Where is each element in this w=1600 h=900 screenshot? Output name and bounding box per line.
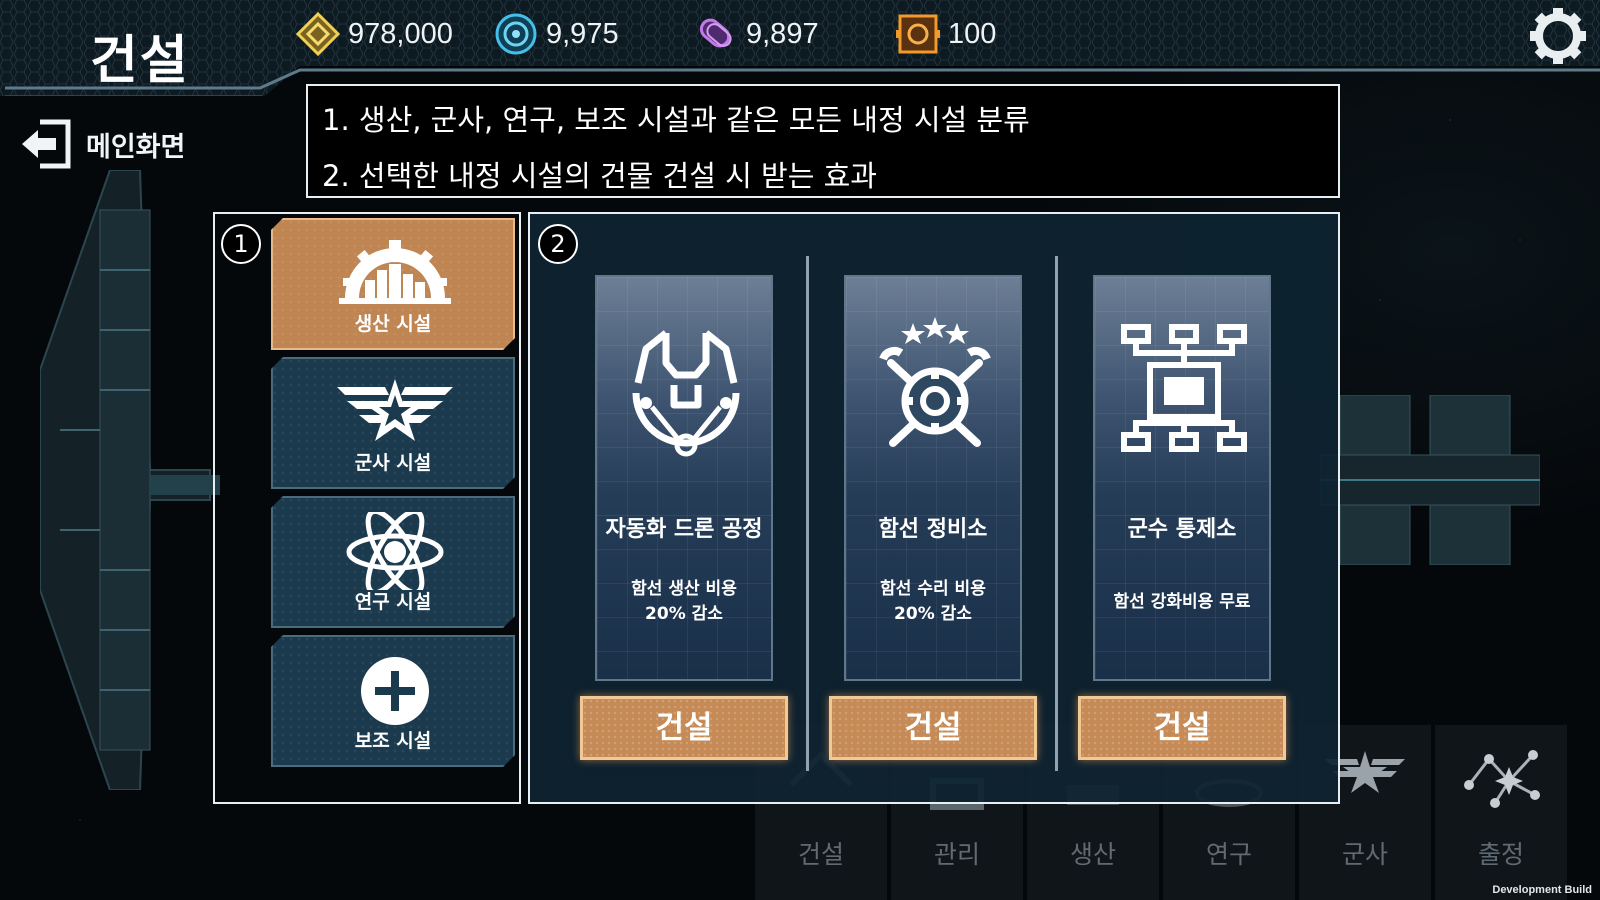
nav-research-label: 연구 [1205, 840, 1252, 869]
marker-2: 2 [538, 224, 578, 264]
crystal-resource: 9,897 [694, 12, 819, 56]
category-support[interactable]: 보조 시설 [271, 635, 515, 767]
gold-amount: 978,000 [348, 17, 453, 50]
factory-gear-icon [335, 234, 455, 312]
nav-production-label: 생산 [1069, 840, 1116, 869]
network-diagram-icon [1121, 324, 1247, 452]
page-title: 건설 [90, 31, 190, 91]
building-card-ship-repair[interactable]: 함선 정비소 함선 수리 비용 20% 감소 [844, 275, 1022, 681]
gold-resource: 978,000 [296, 12, 453, 56]
crystal-amount: 9,897 [746, 17, 819, 50]
main-screen-button[interactable]: 메인화면 [18, 116, 185, 172]
building-card-drone-factory[interactable]: 자동화 드론 공정 함선 생산 비용 20% 감소 [595, 275, 773, 681]
nav-build-label: 건설 [797, 840, 844, 869]
column-divider [806, 256, 809, 771]
blue-orb-icon [495, 13, 537, 55]
building-effect-line2: 20% 감소 [645, 604, 723, 624]
purple-crystal-icon [699, 18, 732, 48]
build-button[interactable]: 건설 [1078, 696, 1286, 760]
build-button[interactable]: 건설 [580, 696, 788, 760]
category-research[interactable]: 연구 시설 [271, 496, 515, 628]
building-effect-line2: 20% 감소 [894, 604, 972, 624]
left-spaceship-image [40, 170, 220, 790]
building-card-logistics-control[interactable]: 군수 통제소 함선 강화비용 무료 [1093, 275, 1271, 681]
drone-claw-icon [632, 330, 740, 457]
constellation-icon [1464, 750, 1540, 808]
main-screen-label: 메인화면 [86, 131, 186, 163]
development-build-label: Development Build [1492, 884, 1592, 896]
gold-diamond-icon [296, 12, 340, 56]
atom-icon [335, 512, 455, 590]
column-divider [1055, 256, 1058, 771]
marker-1: 1 [221, 224, 261, 264]
orange-chip-icon [896, 14, 940, 54]
category-production-label: 생산 시설 [354, 313, 432, 335]
tutorial-note: 1. 생산, 군사, 연구, 보조 시설과 같은 모든 내정 시설 분류 2. … [306, 84, 1340, 198]
energy-amount: 9,975 [546, 17, 619, 50]
note-line-2: 2. 선택한 내정 시설의 건물 건설 시 받는 효과 [322, 159, 877, 193]
category-research-label: 연구 시설 [354, 591, 432, 613]
chip-amount: 100 [948, 17, 997, 50]
category-production[interactable]: 생산 시설 [271, 218, 515, 350]
building-effect-line1: 함선 강화비용 무료 [1113, 592, 1251, 612]
nav-manage-label: 관리 [933, 840, 980, 869]
note-line-1: 1. 생산, 군사, 연구, 보조 시설과 같은 모든 내정 시설 분류 [322, 103, 1030, 137]
plus-circle-icon [335, 651, 455, 729]
build-button[interactable]: 건설 [829, 696, 1037, 760]
building-effect-line1: 함선 생산 비용 [631, 579, 737, 599]
exit-door-icon [22, 119, 71, 169]
nav-sortie[interactable]: 출정 [1435, 725, 1567, 900]
category-support-label: 보조 시설 [354, 730, 432, 752]
gear-icon[interactable] [1528, 6, 1588, 66]
building-name: 자동화 드론 공정 [605, 517, 763, 542]
chip-resource: 100 [896, 12, 996, 56]
category-military-label: 군사 시설 [354, 452, 432, 474]
building-name: 함선 정비소 [878, 517, 988, 542]
wings-star-icon [335, 373, 455, 451]
right-spaceship-image [1320, 395, 1540, 565]
top-bar: 건설 978,000 9,975 9,897 100 [0, 0, 1600, 96]
energy-resource: 9,975 [494, 12, 619, 56]
wrench-gear-icon [879, 317, 991, 447]
building-name: 군수 통제소 [1127, 517, 1237, 542]
category-military[interactable]: 군사 시설 [271, 357, 515, 489]
nav-military-label: 군사 [1341, 840, 1388, 869]
nav-sortie-label: 출정 [1477, 840, 1524, 869]
building-effect-line1: 함선 수리 비용 [880, 579, 986, 599]
